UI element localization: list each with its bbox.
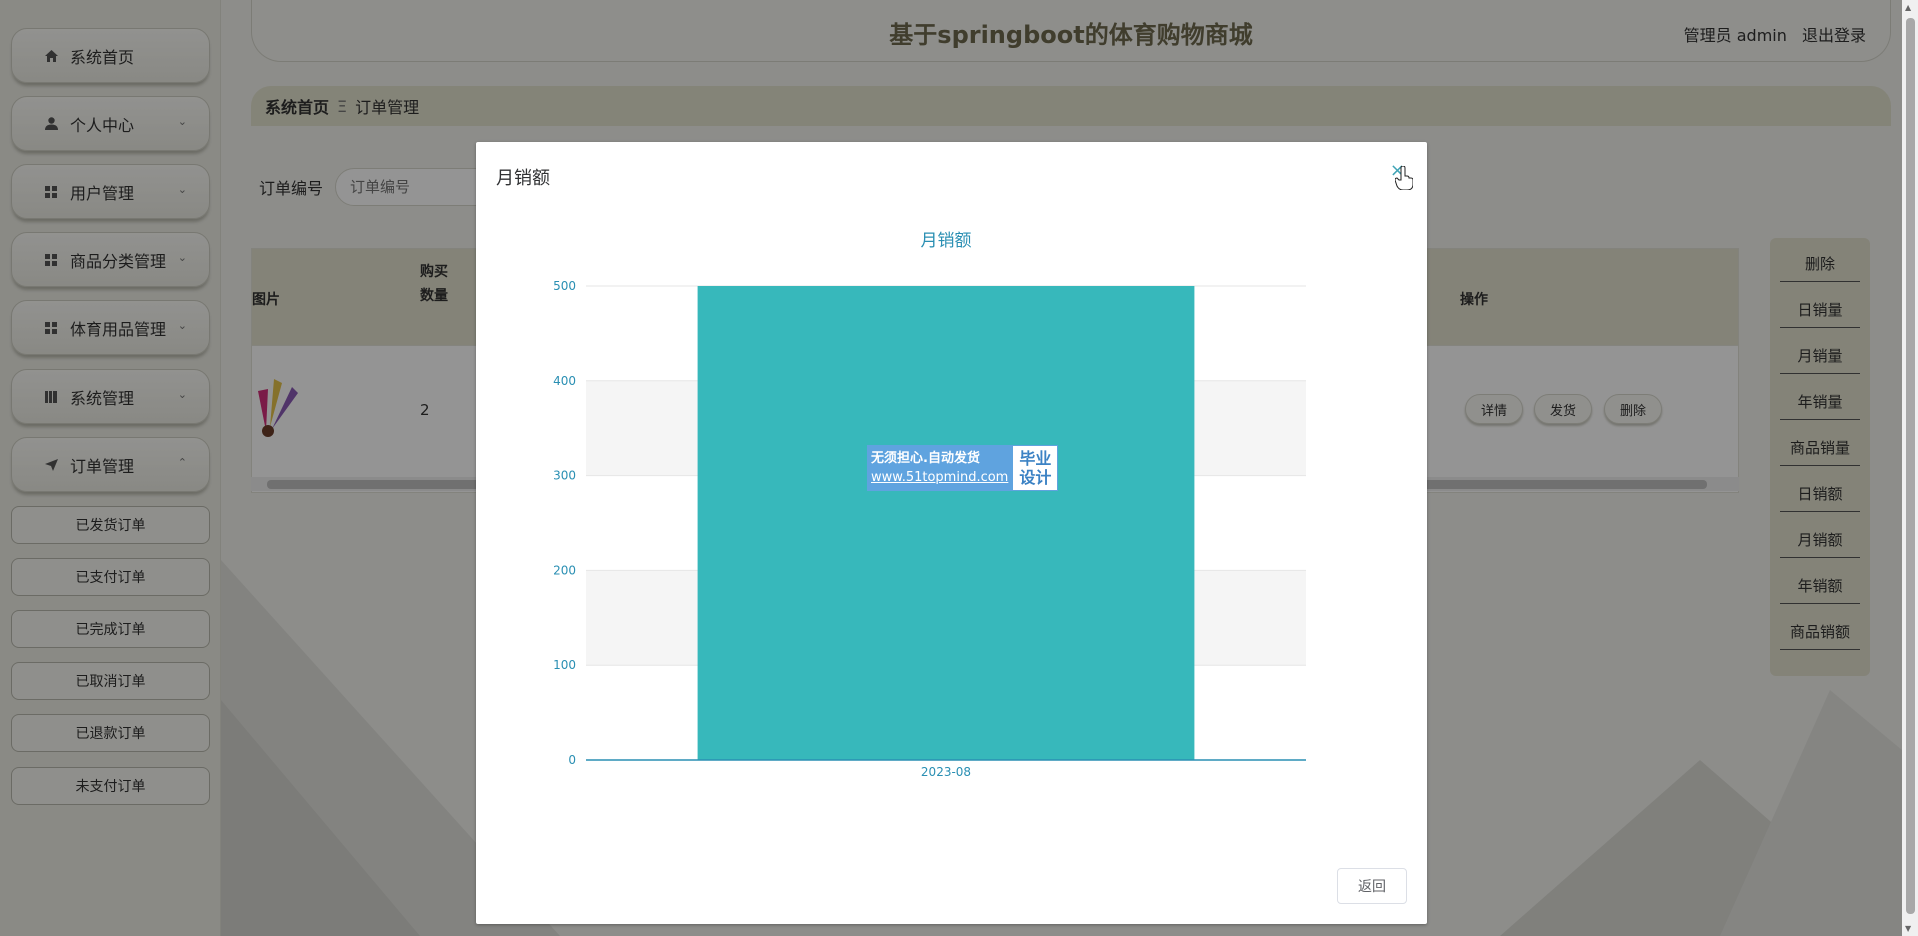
watermark-right2: 设计: [1019, 468, 1052, 487]
watermark-url: www.51topmind.com: [871, 470, 1009, 485]
hand-cursor-icon: [1395, 166, 1413, 190]
y-tick-label: 200: [553, 563, 576, 577]
bar[interactable]: [697, 286, 1195, 760]
vertical-scrollbar[interactable]: ▲ ▼: [1902, 0, 1918, 936]
monthly-sales-chart: 月销额 0 100 200 300 400 500 2023-08: [553, 231, 1306, 779]
monthly-sales-dialog: 月销额 × 月销额 0 100 200 300 400 500 2023-08 无须担心.自…: [476, 142, 1427, 924]
y-tick-label: 100: [553, 658, 576, 672]
watermark-right1: 毕业: [1019, 449, 1052, 468]
dialog-title: 月销额: [496, 168, 550, 189]
y-tick-label: 300: [553, 469, 576, 483]
y-tick-label: 500: [553, 279, 576, 293]
watermark: 无须担心.自动发货 www.51topmind.com 毕业 设计: [867, 445, 1059, 491]
x-tick-label: 2023-08: [921, 765, 971, 779]
y-tick-label: 400: [553, 374, 576, 388]
watermark-line1: 无须担心.自动发货: [871, 451, 980, 466]
scroll-down-icon[interactable]: ▼: [1905, 924, 1911, 933]
scroll-up-icon[interactable]: ▲: [1905, 3, 1911, 12]
chart-title: 月销额: [921, 231, 972, 251]
back-button[interactable]: 返回: [1337, 868, 1407, 904]
y-tick-label: 0: [568, 753, 576, 767]
